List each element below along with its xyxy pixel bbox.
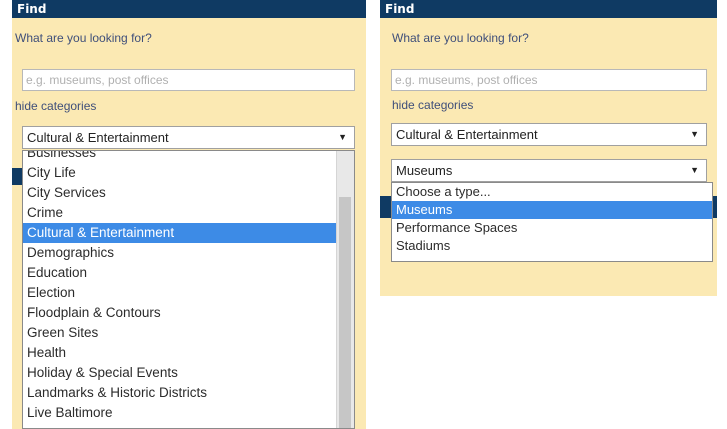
category-select[interactable]: Cultural & Entertainment ▼ [391,123,707,146]
type-options: Choose a type... Museums Performance Space… [392,183,712,255]
scroll-thumb[interactable] [339,197,351,428]
category-option[interactable]: Holiday & Special Events [23,363,354,383]
find-header: Find [12,0,366,18]
chevron-down-icon: ▼ [338,132,347,142]
search-input[interactable]: e.g. museums, post offices [22,69,355,91]
category-option[interactable]: Green Sites [23,323,354,343]
chevron-down-icon: ▼ [690,165,699,175]
category-option[interactable]: Health [23,343,354,363]
category-option[interactable]: Cultural & Entertainment [23,223,354,243]
type-option[interactable]: Stadiums [392,237,712,255]
category-select-value: Cultural & Entertainment [27,130,169,145]
find-panel-right: Find What are you looking for? e.g. muse… [380,0,717,296]
hide-categories-link[interactable]: hide categories [392,98,473,112]
category-option[interactable]: Live Baltimore [23,403,354,423]
search-input[interactable]: e.g. museums, post offices [391,69,707,91]
type-select[interactable]: Museums ▼ [391,159,707,182]
type-listbox[interactable]: Choose a type... Museums Performance Space… [391,182,713,262]
category-option[interactable]: Election [23,283,354,303]
find-header: Find [380,0,717,18]
find-panel-left: Find What are you looking for? e.g. muse… [12,0,366,429]
type-select-value: Museums [396,163,453,178]
search-prompt: What are you looking for? [15,31,152,45]
category-select-value: Cultural & Entertainment [396,127,538,142]
search-prompt: What are you looking for? [392,31,529,45]
category-option[interactable]: City Life [23,163,354,183]
category-option[interactable]: Businesses [23,151,354,163]
scrollbar[interactable] [336,151,354,428]
category-option[interactable]: Demographics [23,243,354,263]
category-select[interactable]: Cultural & Entertainment ▼ [22,126,355,149]
hide-categories-link[interactable]: hide categories [15,99,96,113]
category-option[interactable]: Crime [23,203,354,223]
category-option[interactable]: Floodplain & Contours [23,303,354,323]
type-option[interactable]: Choose a type... [392,183,712,201]
category-option[interactable]: Education [23,263,354,283]
type-option[interactable]: Museums [392,201,712,219]
category-options: Businesses City Life City Services Crime Cul… [23,151,354,423]
chevron-down-icon: ▼ [690,129,699,139]
type-option[interactable]: Performance Spaces [392,219,712,237]
category-listbox[interactable]: Businesses City Life City Services Crime Cul… [22,150,355,429]
category-option[interactable]: City Services [23,183,354,203]
category-option[interactable]: Landmarks & Historic Districts [23,383,354,403]
